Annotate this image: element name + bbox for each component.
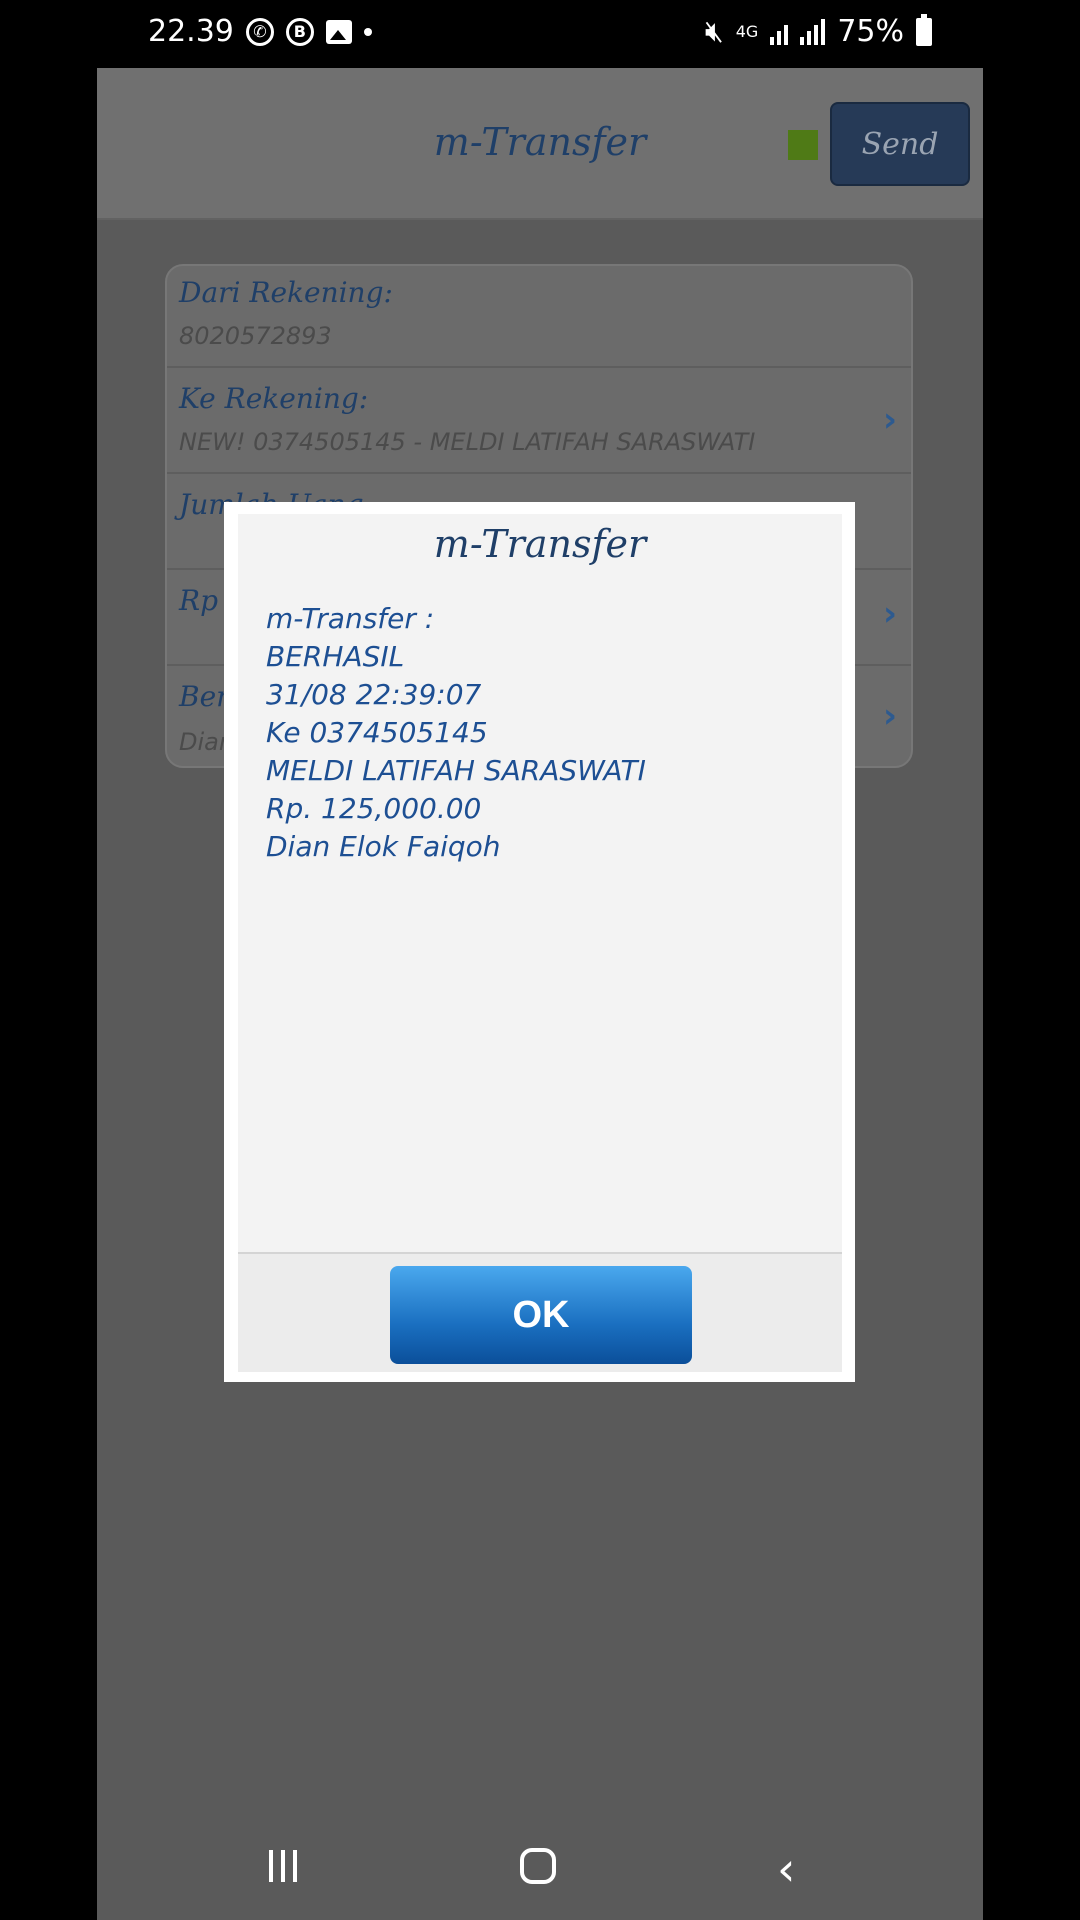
network-type: 4G [735, 21, 759, 41]
to-account-row[interactable]: Ke Rekening: NEW! 0374505145 - MELDI LAT… [167, 368, 911, 474]
from-account-row[interactable]: Dari Rekening: 8020572893 [167, 266, 911, 368]
signal-icon-2 [800, 18, 826, 45]
from-account-label: Dari Rekening: [179, 276, 393, 309]
to-account-label: Ke Rekening: [179, 382, 369, 415]
ok-button[interactable]: OK [390, 1266, 692, 1364]
home-icon[interactable] [520, 1848, 556, 1884]
navigation-bar: ‹ [97, 1816, 983, 1920]
result-dialog: m-Transfer m-Transfer : BERHASIL 31/08 2… [224, 502, 855, 1382]
status-bar: 22.39 ✆ B 🔇︎ 4G 75% [0, 0, 1080, 68]
back-icon[interactable]: ‹ [777, 1842, 795, 1896]
from-account-value: 8020572893 [179, 322, 332, 350]
battery-icon [916, 13, 932, 46]
dialog-message: m-Transfer : BERHASIL 31/08 22:39:07 Ke … [266, 600, 766, 866]
chevron-right-icon: › [882, 696, 897, 736]
status-indicator [788, 130, 818, 160]
b-circle-icon: B [285, 17, 314, 46]
chevron-right-icon: › [882, 400, 897, 440]
status-left: 22.39 ✆ B [148, 14, 372, 49]
chevron-right-icon: › [882, 594, 897, 634]
notification-dot-icon [363, 27, 372, 36]
message-line: Ke 0374505145 [266, 716, 488, 749]
app-header: m-Transfer Send [97, 68, 983, 220]
mute-icon: 🔇︎ [704, 14, 724, 49]
dialog-panel: m-Transfer m-Transfer : BERHASIL 31/08 2… [238, 514, 842, 1372]
message-line: 31/08 22:39:07 [266, 678, 482, 711]
gallery-icon [325, 19, 352, 44]
dialog-title: m-Transfer [433, 522, 647, 566]
message-line: Rp. 125,000.00 [266, 792, 482, 825]
battery-percent: 75% [837, 14, 904, 49]
recent-apps-icon[interactable] [269, 1850, 297, 1882]
to-account-value: NEW! 0374505145 - MELDI LATIFAH SARASWAT… [179, 428, 756, 456]
message-line: MELDI LATIFAH SARASWATI [266, 754, 646, 787]
status-time: 22.39 [148, 14, 234, 49]
whatsapp-icon: ✆ [245, 17, 274, 46]
message-line: BERHASIL [266, 640, 405, 673]
currency-label: Rp [179, 584, 219, 617]
send-button[interactable]: Send [830, 102, 970, 186]
message-line: Dian Elok Faiqoh [266, 830, 501, 863]
signal-icon [770, 19, 789, 45]
dialog-footer: OK [238, 1252, 842, 1372]
message-line: m-Transfer : [266, 602, 435, 635]
status-right: 🔇︎ 4G 75% [704, 13, 932, 49]
